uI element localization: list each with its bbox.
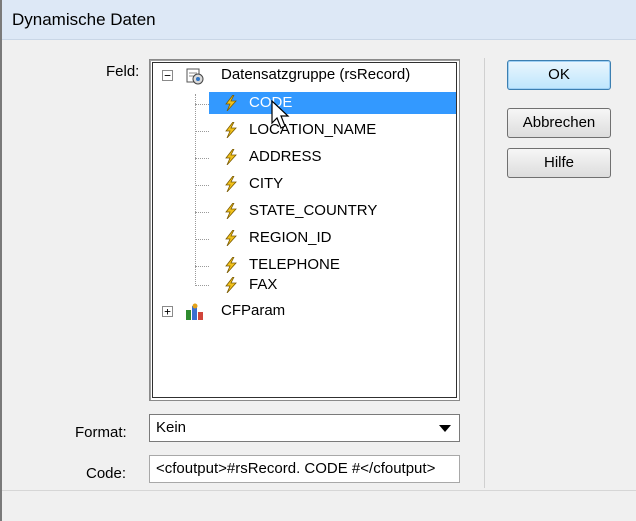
tree-item-state-country[interactable]: STATE_COUNTRY	[209, 200, 456, 222]
tree-item-label: TELEPHONE	[249, 256, 340, 273]
tree-item-address[interactable]: ADDRESS	[209, 146, 456, 168]
tree-item-label: REGION_ID	[249, 229, 332, 246]
tree-item-label: CITY	[249, 175, 284, 192]
code-field[interactable]: <cfoutput>#rsRecord. CODE #</cfoutput>	[149, 455, 460, 483]
tree-connector-line	[195, 266, 209, 267]
format-label: Format:	[75, 424, 127, 441]
tree-item-label: ADDRESS	[249, 148, 322, 165]
lightning-bolt-icon	[225, 230, 237, 246]
recordset-label[interactable]: Datensatzgruppe (rsRecord)	[221, 66, 410, 83]
tree-item-fax[interactable]: FAX	[209, 274, 456, 296]
tree-item-label: LOCATION_NAME	[249, 121, 377, 138]
tree-item-telephone[interactable]: TELEPHONE	[209, 254, 456, 276]
tree-item-label: STATE_COUNTRY	[249, 202, 378, 219]
tree-item-region-id[interactable]: REGION_ID	[209, 227, 456, 249]
lightning-bolt-icon	[225, 176, 237, 192]
dialog-title: Dynamische Daten	[12, 10, 156, 29]
field-tree[interactable]: − Datensatzgruppe (rsRecord) CODE LOCATI…	[149, 59, 460, 401]
format-select-value: Kein	[156, 419, 187, 436]
tree-connector-line	[195, 158, 209, 159]
cfparam-label[interactable]: CFParam	[221, 302, 285, 319]
format-select[interactable]: Kein	[149, 414, 460, 442]
tree-connector-line	[195, 212, 209, 213]
field-label: Feld:	[106, 63, 140, 80]
tree-item-location-name[interactable]: LOCATION_NAME	[209, 119, 456, 141]
chevron-down-icon	[439, 425, 451, 432]
code-label: Code:	[86, 465, 127, 482]
lightning-bolt-icon	[225, 122, 237, 138]
lightning-bolt-icon	[225, 203, 237, 219]
collapse-icon[interactable]: −	[162, 70, 173, 81]
cfparam-icon	[186, 303, 203, 320]
ok-button[interactable]: OK	[507, 60, 611, 90]
lightning-bolt-icon	[225, 149, 237, 165]
tree-item-label: FAX	[249, 276, 278, 293]
dynamic-data-dialog: Dynamische Daten Feld: − Datensatzgruppe…	[0, 0, 636, 521]
lightning-bolt-icon	[225, 257, 237, 273]
expand-icon[interactable]: +	[162, 306, 173, 317]
code-field-value: <cfoutput>#rsRecord. CODE #</cfoutput>	[156, 460, 436, 477]
tree-item-city[interactable]: CITY	[209, 173, 456, 195]
lightning-bolt-icon	[225, 277, 237, 293]
tree-connector-line	[195, 131, 209, 132]
tree-item-code[interactable]: CODE	[209, 92, 456, 114]
cancel-button[interactable]: Abbrechen	[507, 108, 611, 138]
vertical-separator	[484, 58, 485, 488]
tree-connector-line	[195, 104, 209, 105]
lightning-bolt-icon	[225, 95, 237, 111]
tree-connector-line	[195, 239, 209, 240]
help-button[interactable]: Hilfe	[507, 148, 611, 178]
title-bar: Dynamische Daten	[2, 0, 636, 40]
recordset-icon	[186, 68, 204, 85]
field-tree-list[interactable]: − Datensatzgruppe (rsRecord) CODE LOCATI…	[152, 62, 457, 398]
tree-connector-line	[195, 185, 209, 186]
tree-connector-line	[195, 94, 196, 286]
bottom-divider	[2, 490, 636, 491]
mouse-pointer-icon	[271, 100, 290, 129]
tree-connector-line	[195, 285, 209, 286]
